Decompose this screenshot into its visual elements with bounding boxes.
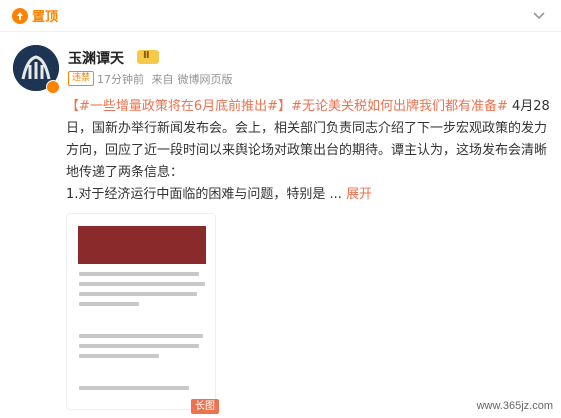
post-source: 微博网页版 (177, 73, 233, 86)
thumbnail-text-line (79, 282, 205, 286)
topic-link-2[interactable]: #无论美关税如何出牌我们都有准备# (291, 99, 508, 114)
long-image-label: 长图 (191, 399, 219, 414)
topic-link-1[interactable]: 【#一些增量政策将在6月底前推出#】 (66, 99, 291, 114)
thumbnail-text-line (79, 334, 203, 338)
pin-icon (12, 8, 28, 24)
thumbnail-text-line (79, 344, 199, 348)
long-image-thumbnail[interactable] (66, 213, 216, 410)
thumbnail-text-line (79, 386, 189, 390)
vip-badge: Ⅱ (137, 50, 159, 64)
topbar: 置顶 (0, 0, 561, 32)
username[interactable]: 玉渊谭天 (68, 48, 124, 68)
verified-badge-icon (46, 80, 60, 94)
watermark: www.365jz.com (476, 400, 553, 412)
post-line2: 1.对于经济运行中面临的困难与问题，特别是 ... (66, 187, 342, 202)
thumbnail-text-line (79, 302, 139, 306)
thumbnail-text-line (79, 272, 199, 276)
thumbnail-text-line (79, 354, 159, 358)
chevron-down-icon[interactable] (531, 7, 547, 23)
content-tag: 违禁 (68, 71, 95, 86)
thumbnail-banner (78, 226, 206, 264)
thumbnail-text-line (79, 292, 197, 296)
pin-label: 置顶 (32, 10, 59, 25)
post-meta: 17分钟前 来自 微博网页版 (97, 71, 237, 87)
post-content: 【#一些增量政策将在6月底前推出#】#无论美关税如何出牌我们都有准备# 4月28… (66, 96, 552, 206)
source-prefix: 来自 (151, 73, 174, 86)
expand-link[interactable]: 展开 (346, 187, 372, 202)
post-time[interactable]: 17分钟前 (97, 73, 144, 86)
